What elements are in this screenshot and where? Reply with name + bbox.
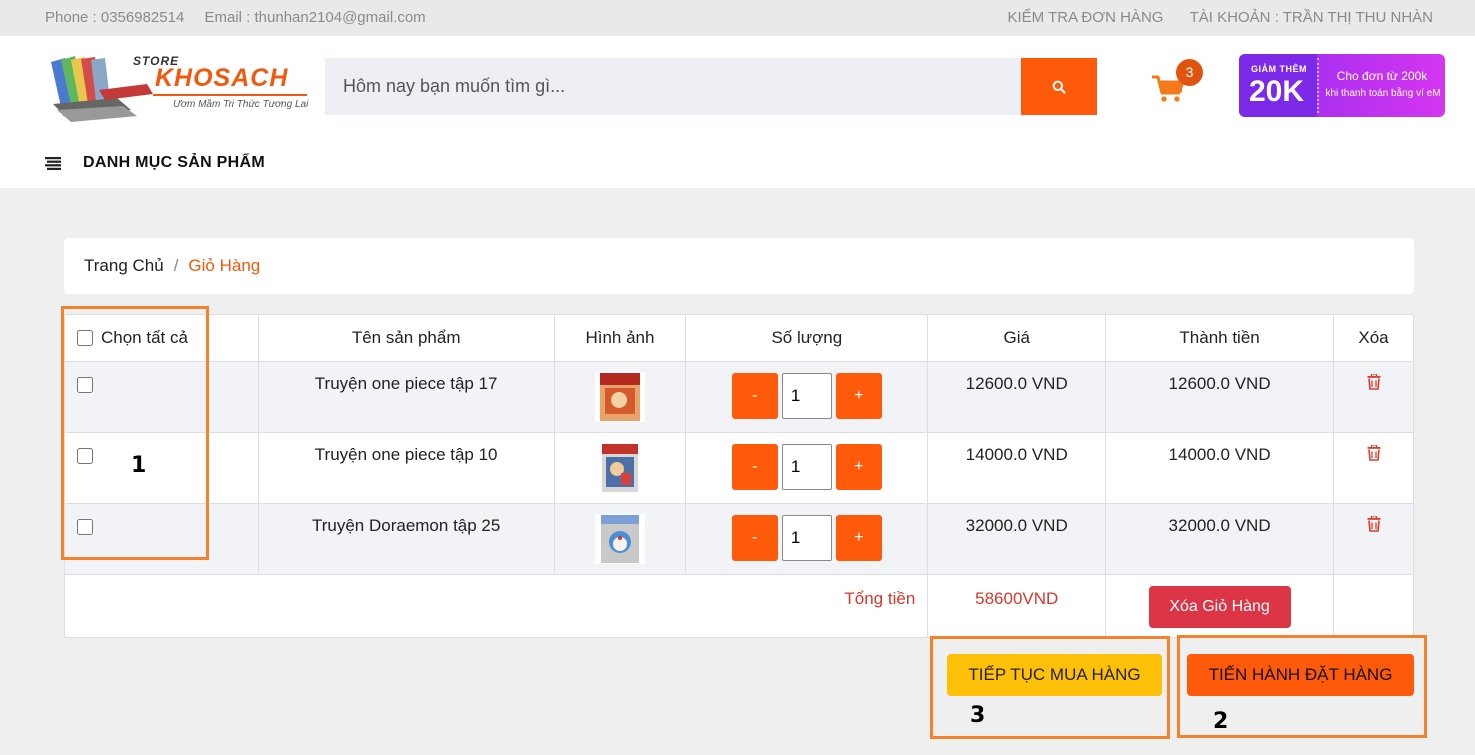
breadcrumb-current: Giỏ Hàng (188, 256, 261, 275)
quantity-cell: - + (685, 503, 929, 575)
price-cell: 32000.0 VND (927, 503, 1107, 575)
header: STORE KHOSACH Ươm Mầm Tri Thức Tương Lai… (0, 36, 1475, 188)
total-label-cell: Tổng tiền (63, 574, 928, 638)
quantity-input[interactable] (781, 444, 832, 490)
quantity-stepper: - + (731, 444, 882, 490)
annotation-number-2: 2 (1213, 709, 1229, 734)
contact-info: Phone : 0356982514 Email : thunhan2104@g… (45, 9, 442, 26)
total-row: Tổng tiền 58600VND Xóa Giỏ Hàng (63, 574, 1414, 638)
annotation-box-3 (930, 636, 1170, 739)
trash-icon[interactable] (1367, 445, 1381, 461)
phone-text: Phone : 0356982514 (45, 9, 185, 26)
promo-banner[interactable]: GIẢM THÊM 20K Cho đơn từ 200k khi thanh … (1239, 54, 1445, 117)
subtotal-cell: 12600.0 VND (1105, 361, 1335, 433)
promo-divider (1317, 58, 1319, 113)
quantity-cell: - + (685, 432, 929, 504)
delete-cell (1333, 361, 1414, 433)
header-price: Giá (927, 314, 1107, 362)
header-product-name: Tên sản phẩm (257, 314, 555, 362)
quantity-input[interactable] (781, 515, 832, 561)
table-row: Truyện one piece tập 10 - + 14000.0 VND … (64, 432, 1414, 504)
quantity-cell: - + (685, 361, 929, 433)
decrease-qty-button[interactable]: - (731, 373, 778, 419)
logo-name-text: KHOSACH (155, 64, 289, 92)
check-order-link[interactable]: KIỂM TRA ĐƠN HÀNG (1008, 9, 1164, 26)
clear-cart-cell: Xóa Giỏ Hàng (1105, 574, 1335, 638)
empty-cell (1333, 574, 1414, 638)
store-logo[interactable]: STORE KHOSACH Ươm Mầm Tri Thức Tương Lai (47, 50, 309, 126)
header-delete: Xóa (1333, 314, 1414, 362)
total-label: Tổng tiền (844, 589, 916, 608)
delete-cell (1333, 503, 1414, 575)
cart-count-badge: 3 (1176, 59, 1203, 86)
increase-qty-button[interactable]: + (835, 444, 882, 490)
breadcrumb: Trang Chủ / Giỏ Hàng (64, 238, 1414, 294)
delete-cell (1333, 432, 1414, 504)
breadcrumb-home[interactable]: Trang Chủ (84, 256, 164, 275)
product-image-cell (553, 503, 687, 575)
logo-underline (153, 94, 307, 96)
subtotal-cell: 14000.0 VND (1105, 432, 1335, 504)
top-links: KIỂM TRA ĐƠN HÀNG TÀI KHOẢN : TRẦN THỊ T… (986, 9, 1434, 26)
search-input[interactable] (325, 58, 1021, 115)
decrease-qty-button[interactable]: - (731, 444, 778, 490)
product-image-cell (553, 361, 687, 433)
promo-amount: 20K (1249, 75, 1305, 108)
total-value-cell: 58600VND (927, 574, 1107, 638)
annotation-number-3: 3 (970, 703, 986, 728)
clear-cart-button[interactable]: Xóa Giỏ Hàng (1148, 586, 1291, 628)
category-menu[interactable]: DANH MỤC SẢN PHẨM (45, 152, 265, 174)
product-thumbnail[interactable] (594, 443, 645, 493)
quantity-input[interactable] (781, 373, 832, 419)
table-row: Truyện Doraemon tập 25 - + 32000.0 VND 3… (64, 503, 1414, 575)
table-row: Truyện one piece tập 17 - + 12600.0 VND … (64, 361, 1414, 433)
subtotal-cell: 32000.0 VND (1105, 503, 1335, 575)
quantity-stepper: - + (731, 373, 882, 419)
search-icon (1052, 80, 1066, 94)
email-text: Email : thunhan2104@gmail.com (204, 9, 426, 26)
account-link[interactable]: TÀI KHOẢN : TRẦN THỊ THU NHÀN (1190, 9, 1433, 26)
annotation-box-1 (61, 306, 209, 560)
increase-qty-button[interactable]: + (835, 515, 882, 561)
product-name: Truyện one piece tập 10 (257, 432, 555, 504)
promo-line2: Cho đơn từ 200k (1336, 69, 1428, 83)
price-cell: 12600.0 VND (927, 361, 1107, 433)
product-image-cell (553, 432, 687, 504)
search-button[interactable] (1021, 58, 1097, 115)
promo-line1: GIẢM THÊM (1251, 64, 1307, 74)
product-name: Truyện Doraemon tập 25 (257, 503, 555, 575)
annotation-number-1: 1 (131, 453, 147, 478)
logo-slogan: Ươm Mầm Tri Thức Tương Lai (173, 99, 309, 110)
decrease-qty-button[interactable]: - (731, 515, 778, 561)
header-quantity: Số lượng (685, 314, 929, 362)
top-bar: Phone : 0356982514 Email : thunhan2104@g… (0, 0, 1475, 36)
total-value: 58600VND (975, 589, 1059, 608)
trash-icon[interactable] (1367, 374, 1381, 390)
table-header-row: Chọn tất cả Tên sản phẩm Hình ảnh Số lượ… (64, 314, 1414, 362)
increase-qty-button[interactable]: + (835, 373, 882, 419)
promo-line3: khi thanh toán bằng ví eM (1325, 88, 1441, 99)
header-subtotal: Thành tiền (1105, 314, 1335, 362)
menu-icon (45, 156, 61, 170)
cart-button[interactable]: 3 (1151, 59, 1206, 114)
quantity-stepper: - + (731, 515, 882, 561)
cart-table: Chọn tất cả Tên sản phẩm Hình ảnh Số lượ… (63, 314, 1414, 638)
price-cell: 14000.0 VND (927, 432, 1107, 504)
product-thumbnail[interactable] (594, 514, 645, 564)
header-image: Hình ảnh (553, 314, 687, 362)
product-thumbnail[interactable] (594, 372, 645, 422)
breadcrumb-separator: / (173, 256, 179, 275)
search-bar (325, 58, 1097, 115)
trash-icon[interactable] (1367, 516, 1381, 532)
category-menu-label: DANH MỤC SẢN PHẨM (83, 154, 265, 171)
product-name: Truyện one piece tập 17 (257, 361, 555, 433)
